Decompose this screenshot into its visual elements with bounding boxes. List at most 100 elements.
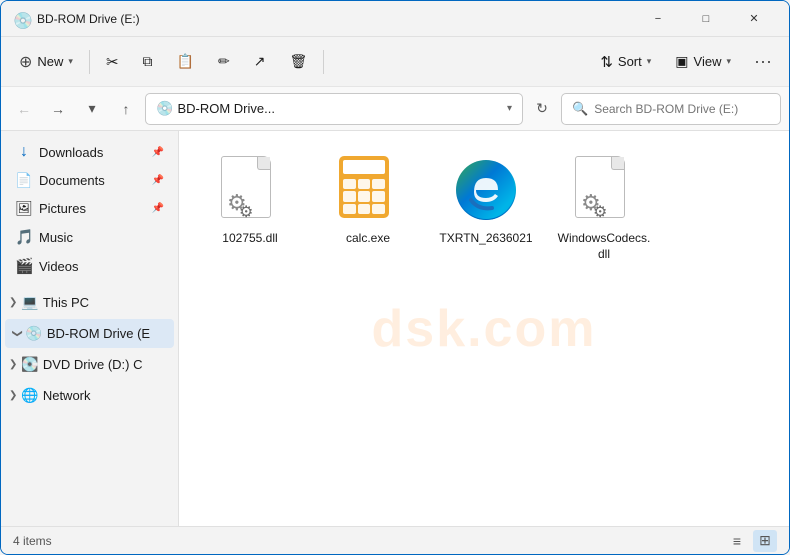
- search-box[interactable]: 🔍: [561, 93, 781, 125]
- sidebar-item-label: Pictures: [39, 201, 146, 216]
- expand-icon: ❯: [12, 329, 23, 337]
- sidebar-section-network[interactable]: ❯ 🌐 Network: [1, 381, 178, 410]
- sidebar-item-videos[interactable]: 🎬 Videos: [5, 252, 174, 280]
- list-item[interactable]: ⚙ ⚙ 102755.dll: [195, 147, 305, 270]
- section-label: This PC: [43, 295, 170, 310]
- more-button[interactable]: ···: [745, 44, 781, 80]
- search-icon: 🔍: [572, 101, 588, 117]
- documents-icon: 📄: [15, 172, 33, 189]
- dvd-icon: 💽: [21, 356, 38, 373]
- sidebar-item-downloads[interactable]: ↓ Downloads 📌: [5, 138, 174, 166]
- minimize-button[interactable]: −: [635, 3, 681, 35]
- file-icon-wrapper: ⚙ ⚙: [215, 155, 285, 225]
- sidebar-item-label: Videos: [39, 259, 164, 274]
- sidebar-item-label: Documents: [39, 173, 146, 188]
- file-name: calc.exe: [346, 231, 390, 247]
- expand-icon: ❯: [9, 390, 17, 401]
- rename-button[interactable]: ✏: [208, 44, 240, 80]
- toolbar: ⊕ New ▾ ✂ ⧉ 📋 ✏ ↗ 🗑 ⇅ Sort ▾ ▣: [1, 37, 789, 87]
- sidebar-item-documents[interactable]: 📄 Documents 📌: [5, 167, 174, 194]
- sidebar: ↓ Downloads 📌 📄 Documents 📌 🖼 Pictures 📌…: [1, 131, 179, 526]
- separator-2: [323, 50, 324, 74]
- new-button[interactable]: ⊕ New ▾: [9, 44, 83, 80]
- file-icon-wrapper: [451, 155, 521, 225]
- file-name: WindowsCodecs.dll: [555, 231, 653, 262]
- copy-button[interactable]: ⧉: [133, 44, 163, 80]
- pin-icon: 📌: [152, 175, 164, 186]
- sort-chevron: ▾: [647, 56, 652, 67]
- address-path[interactable]: 💿 BD-ROM Drive... ▾: [145, 93, 523, 125]
- list-item[interactable]: calc.exe: [313, 147, 423, 270]
- downloads-icon: ↓: [15, 143, 33, 161]
- cut-icon: ✂: [106, 53, 119, 71]
- edge-icon: [456, 160, 516, 220]
- view-icons: ≡ ⊞: [725, 530, 777, 552]
- sort-icon: ⇅: [600, 53, 613, 71]
- forward-button[interactable]: →: [43, 94, 73, 124]
- recent-button[interactable]: ▾: [77, 94, 107, 124]
- new-icon: ⊕: [19, 52, 32, 72]
- close-button[interactable]: ✕: [731, 3, 777, 35]
- separator-1: [89, 50, 90, 74]
- refresh-button[interactable]: ↻: [527, 94, 557, 124]
- delete-icon: 🗑: [289, 53, 307, 70]
- list-view-button[interactable]: ≡: [725, 530, 749, 552]
- items-count: 4 items: [13, 534, 725, 548]
- view-label: View: [694, 54, 722, 69]
- copy-icon: ⧉: [143, 53, 153, 70]
- sort-label: Sort: [618, 54, 642, 69]
- list-item[interactable]: ⚙ ⚙ WindowsCodecs.dll: [549, 147, 659, 270]
- pin-icon: 📌: [152, 203, 164, 214]
- share-button[interactable]: ↗: [244, 44, 276, 80]
- file-icon-wrapper: ⚙ ⚙: [569, 155, 639, 225]
- sidebar-section-dvd[interactable]: ❯ 💽 DVD Drive (D:) C: [1, 350, 178, 379]
- dll-file-icon: ⚙ ⚙: [221, 156, 279, 224]
- file-grid: dsk.com ⚙ ⚙ 102755.dll: [179, 131, 789, 526]
- paste-button[interactable]: 📋: [167, 44, 204, 80]
- paste-icon: 📋: [177, 53, 194, 70]
- view-chevron: ▾: [726, 56, 731, 67]
- section-label: Network: [43, 388, 170, 403]
- share-icon: ↗: [254, 53, 266, 70]
- file-icon-wrapper: [333, 155, 403, 225]
- cut-button[interactable]: ✂: [96, 44, 129, 80]
- section-label: BD-ROM Drive (E: [47, 326, 166, 341]
- expand-icon: ❯: [9, 297, 17, 308]
- up-button[interactable]: ↑: [111, 94, 141, 124]
- music-icon: 🎵: [15, 228, 33, 246]
- calculator-icon: [339, 156, 397, 224]
- file-explorer-window: 💿 BD-ROM Drive (E:) − □ ✕ ⊕ New ▾ ✂ ⧉ 📋 …: [0, 0, 790, 555]
- sidebar-item-music[interactable]: 🎵 Music: [5, 223, 174, 251]
- sort-button[interactable]: ⇅ Sort ▾: [590, 44, 661, 80]
- gear-icon-small: ⚙: [593, 202, 607, 222]
- section-label: DVD Drive (D:) C: [43, 357, 170, 372]
- grid-view-icon: ⊞: [759, 532, 771, 549]
- file-name: TXRTN_2636021: [439, 231, 532, 247]
- window-icon: 💿: [13, 11, 29, 27]
- pictures-icon: 🖼: [15, 200, 33, 217]
- sidebar-item-label: Downloads: [39, 145, 146, 160]
- pc-icon: 💻: [21, 294, 38, 311]
- window-title: BD-ROM Drive (E:): [37, 12, 635, 26]
- sidebar-item-label: Music: [39, 230, 164, 245]
- sidebar-section-bdrom[interactable]: ❯ 💿 BD-ROM Drive (E: [5, 319, 174, 348]
- grid-view-button[interactable]: ⊞: [753, 530, 777, 552]
- search-input[interactable]: [594, 102, 770, 116]
- back-button[interactable]: ←: [9, 94, 39, 124]
- new-chevron: ▾: [68, 56, 73, 67]
- sidebar-section-this-pc[interactable]: ❯ 💻 This PC: [1, 288, 178, 317]
- address-bar: ← → ▾ ↑ 💿 BD-ROM Drive... ▾ ↻ 🔍: [1, 87, 789, 131]
- sidebar-item-pictures[interactable]: 🖼 Pictures 📌: [5, 195, 174, 222]
- list-item[interactable]: TXRTN_2636021: [431, 147, 541, 270]
- path-chevron: ▾: [507, 103, 512, 114]
- view-button[interactable]: ▣ View ▾: [665, 44, 741, 80]
- maximize-button[interactable]: □: [683, 3, 729, 35]
- list-view-icon: ≡: [733, 533, 741, 549]
- bdrom-icon: 💿: [25, 325, 42, 342]
- title-bar: 💿 BD-ROM Drive (E:) − □ ✕: [1, 1, 789, 37]
- content-area: ↓ Downloads 📌 📄 Documents 📌 🖼 Pictures 📌…: [1, 131, 789, 526]
- address-text: BD-ROM Drive...: [177, 101, 503, 116]
- status-bar: 4 items ≡ ⊞: [1, 526, 789, 554]
- delete-button[interactable]: 🗑: [279, 44, 317, 80]
- rename-icon: ✏: [218, 53, 230, 70]
